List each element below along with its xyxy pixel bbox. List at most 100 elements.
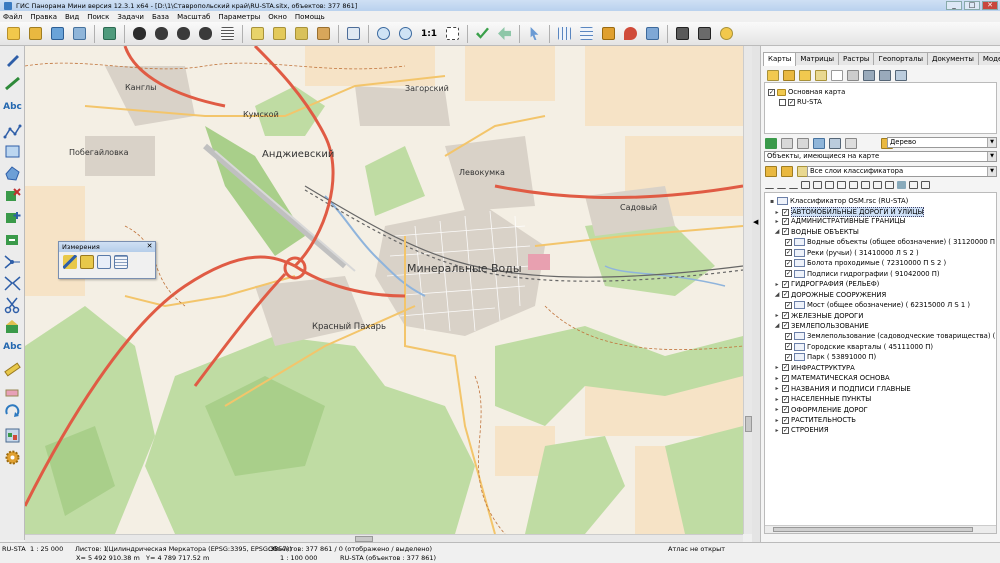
node-line-icon[interactable]	[3, 252, 22, 271]
layer-item-row[interactable]: ✓ Землепользование (садоводческие товарищ…	[785, 332, 996, 341]
layer-options-icon[interactable]	[845, 138, 857, 149]
menu-file[interactable]: Файл	[3, 13, 22, 21]
polyline-style-icon[interactable]	[777, 181, 786, 189]
checkmark-icon[interactable]	[473, 24, 492, 43]
properties-icon[interactable]	[3, 426, 22, 445]
menu-view[interactable]: Вид	[65, 13, 79, 21]
layer-table-icon[interactable]	[829, 138, 841, 149]
settings-gear-icon[interactable]	[3, 448, 22, 467]
expand-icon[interactable]: ▸	[774, 406, 780, 413]
layer-group-row[interactable]: ▸ ✓ МАТЕМАТИЧЕСКАЯ ОСНОВА	[774, 374, 889, 382]
layer-checkbox[interactable]: ✓	[785, 259, 792, 267]
map-vertical-scrollbar[interactable]	[743, 46, 752, 534]
new-map-icon[interactable]	[4, 24, 23, 43]
select-style-icon[interactable]	[909, 181, 918, 189]
expand-icon[interactable]: ▸	[774, 364, 780, 371]
text-tool-2[interactable]: Abc	[3, 338, 22, 357]
layer-item-row[interactable]: ✓ Болота проходимые ( 72310000 П S 2 )	[785, 259, 946, 268]
table-edit-icon[interactable]	[577, 24, 596, 43]
delete-point-icon[interactable]	[3, 186, 22, 205]
layer-group-row[interactable]: ▸ ✓ АДМИНИСТРАТИВНЫЕ ГРАНИЦЫ	[774, 217, 905, 225]
printer-icon[interactable]	[673, 24, 692, 43]
view-mode-select[interactable]: Дерево ▼	[887, 137, 997, 148]
layer-checkbox[interactable]: ✓	[782, 395, 789, 403]
layer-item-row[interactable]: ✓ Подписи гидрографии ( 91042000 П)	[785, 269, 940, 278]
eraser-icon[interactable]	[3, 382, 22, 401]
open-data-icon[interactable]	[48, 24, 67, 43]
open-folder-icon[interactable]	[26, 24, 45, 43]
add-layer-icon[interactable]	[799, 70, 811, 81]
expand-icon[interactable]: ▸	[774, 385, 780, 392]
rotate-icon[interactable]	[3, 402, 22, 421]
print-icon[interactable]	[70, 24, 89, 43]
back-arrow-icon[interactable]	[495, 24, 514, 43]
layer-checkbox[interactable]: ✓	[785, 238, 792, 246]
layer-checkbox[interactable]: ✓	[782, 385, 789, 393]
layer-checkbox[interactable]: ✓	[782, 228, 789, 236]
layer-filter-icon[interactable]	[797, 138, 809, 149]
layer-tree-scrollbar[interactable]	[765, 525, 996, 533]
fit-icon[interactable]	[443, 24, 462, 43]
menu-parameters[interactable]: Параметры	[218, 13, 260, 21]
area-style-icon[interactable]	[813, 181, 822, 189]
split-icon[interactable]	[3, 274, 22, 293]
blank-icon[interactable]	[831, 70, 843, 81]
add-data-icon[interactable]	[815, 70, 827, 81]
binoculars-icon[interactable]	[130, 24, 149, 43]
layers-icon[interactable]	[100, 24, 119, 43]
pin-icon[interactable]	[621, 24, 640, 43]
move-object-icon[interactable]	[292, 24, 311, 43]
color-style-icon[interactable]	[897, 181, 906, 189]
menu-edit[interactable]: Правка	[30, 13, 57, 21]
tab-matrices[interactable]: Матрицы	[795, 52, 840, 65]
text-tool-1[interactable]: Abc	[3, 98, 22, 117]
layer-checkbox[interactable]: ✓	[782, 364, 789, 372]
measure-distance-icon[interactable]	[63, 255, 77, 269]
object-filter-select[interactable]: Объекты, имеющиеся на карте ▼	[764, 151, 997, 162]
layer-select-icon[interactable]	[781, 138, 793, 149]
checkbox[interactable]: ✓	[768, 88, 775, 96]
list-icon[interactable]	[218, 24, 237, 43]
zoom-in-icon[interactable]	[396, 24, 415, 43]
menu-help[interactable]: Помощь	[295, 13, 325, 21]
menu-tasks[interactable]: Задачи	[117, 13, 144, 21]
ruler-icon[interactable]	[3, 360, 22, 379]
layer-group-row[interactable]: ▸ ✓ ОФОРМЛЕНИЕ ДОРОГ	[774, 406, 867, 414]
add-map-icon[interactable]	[767, 70, 779, 81]
measure-close-button[interactable]: ✕	[146, 243, 153, 250]
tab-models[interactable]: Модели	[977, 52, 1000, 65]
tab-rasters[interactable]: Растры	[838, 52, 875, 65]
polyline-icon[interactable]	[3, 122, 22, 141]
point-style-icon[interactable]	[825, 181, 834, 189]
tab-documents[interactable]: Документы	[926, 52, 979, 65]
layer-checkbox[interactable]: ✓	[785, 343, 792, 351]
map-view[interactable]: Канглы Загорский Кумской Побегайловка Ан…	[25, 46, 743, 534]
menu-scale[interactable]: Масштаб	[177, 13, 210, 21]
scroll-thumb[interactable]	[745, 416, 752, 432]
layer-checkbox[interactable]: ✓	[782, 374, 789, 382]
edit-line-icon[interactable]	[3, 74, 22, 93]
layer-item-row[interactable]: ✓ Водные объекты (общее обозначение) ( 31…	[785, 238, 996, 247]
delete-object-icon[interactable]	[314, 24, 333, 43]
minimize-button[interactable]: _	[946, 1, 962, 10]
close-button[interactable]: ✕	[982, 1, 998, 10]
menu-database[interactable]: База	[152, 13, 169, 21]
collapse-icon[interactable]: ◢	[774, 291, 780, 298]
map-canvas[interactable]	[25, 46, 743, 534]
scanner-icon[interactable]	[695, 24, 714, 43]
merge-icon[interactable]	[3, 318, 22, 337]
measure-ruler-icon[interactable]	[80, 255, 94, 269]
panel-splitter[interactable]: ◀	[752, 46, 760, 542]
collapse-arrow-icon[interactable]: ◀	[753, 218, 758, 226]
window-icon[interactable]	[344, 24, 363, 43]
layer-list-icon[interactable]	[765, 138, 777, 149]
layer-group-row[interactable]: ▸ ✓ ГИДРОГРАФИЯ (РЕЛЬЕФ)	[774, 280, 879, 288]
measure-table-icon[interactable]	[114, 255, 128, 269]
maximize-button[interactable]: □	[964, 1, 980, 10]
polygon-icon[interactable]	[3, 164, 22, 183]
open-map-icon[interactable]	[783, 70, 795, 81]
expand-icon[interactable]: ▸	[774, 209, 780, 216]
chevron-down-icon[interactable]: ▼	[987, 152, 996, 161]
layer-checkbox[interactable]: ✓	[782, 208, 789, 216]
layer-group-row[interactable]: ▸ ✓ НАСЕЛЕННЫЕ ПУНКТЫ	[774, 395, 871, 403]
